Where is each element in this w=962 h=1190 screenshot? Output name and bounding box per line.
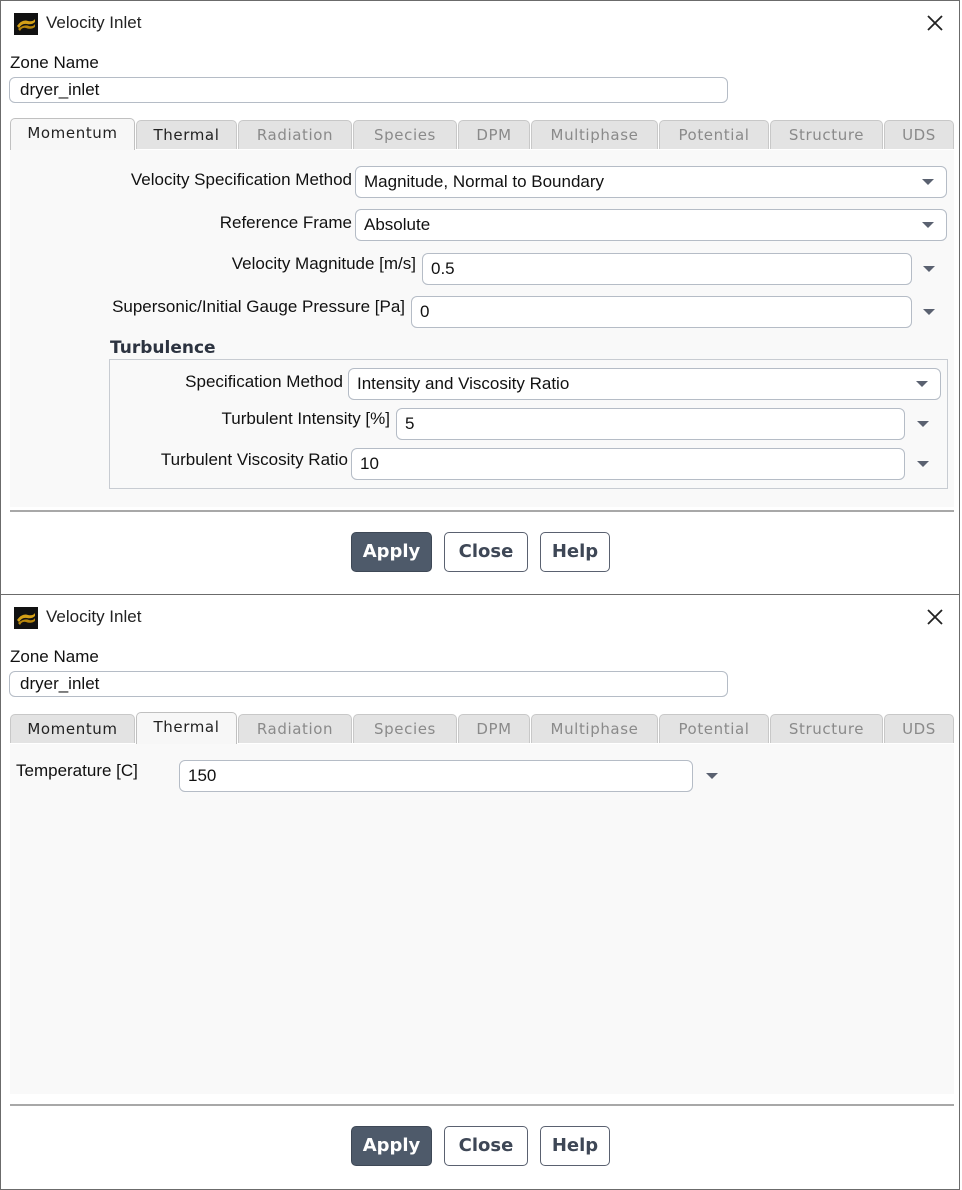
tab-thermal[interactable]: Thermal [136,712,237,744]
turbulence-spec-method-label: Specification Method [185,372,343,391]
reference-frame-value: Absolute [364,215,431,234]
temperature-input[interactable]: 150 [179,760,693,792]
temperature-label: Temperature [C] [16,761,138,780]
tab-bar: Momentum Thermal Radiation Species DPM M… [10,118,954,150]
reference-frame-label: Reference Frame [219,213,352,232]
tab-multiphase: Multiphase [531,120,658,149]
close-icon[interactable] [923,11,947,35]
turbulence-group-title: Turbulence [110,338,216,358]
tab-uds: UDS [884,120,954,149]
velocity-spec-value: Magnitude, Normal to Boundary [364,172,605,191]
turbulent-intensity-label: Turbulent Intensity [%] [221,409,390,428]
tab-dpm: DPM [458,714,530,743]
zone-name-input[interactable]: dryer_inlet [9,671,728,697]
tab-structure: Structure [770,120,883,149]
turbulence-spec-method-value: Intensity and Viscosity Ratio [357,374,570,393]
tab-multiphase: Multiphase [531,714,658,743]
chevron-down-icon [922,222,934,228]
close-button[interactable]: Close [444,532,528,572]
thermal-panel: Temperature [C] 150 [10,744,954,1094]
zone-name-label: Zone Name [10,53,99,72]
velocity-magnitude-input[interactable]: 0.5 [422,253,912,285]
tab-radiation: Radiation [238,714,352,743]
parameter-dropdown-icon[interactable] [706,773,718,779]
divider [10,1104,954,1106]
turbulence-group: Specification Method Intensity and Visco… [109,359,948,489]
title-bar: Velocity Inlet [1,595,959,641]
close-icon[interactable] [923,605,947,629]
help-button[interactable]: Help [540,1126,610,1166]
gauge-pressure-label: Supersonic/Initial Gauge Pressure [Pa] [112,297,405,316]
tab-bar: Momentum Thermal Radiation Species DPM M… [10,712,954,744]
velocity-magnitude-label: Velocity Magnitude [m/s] [231,254,416,273]
turbulent-intensity-input[interactable]: 5 [396,408,905,440]
turbulence-spec-method-dropdown[interactable]: Intensity and Viscosity Ratio [348,368,941,400]
parameter-dropdown-icon[interactable] [923,309,935,315]
tab-radiation: Radiation [238,120,352,149]
fluent-app-icon [14,607,38,629]
turbulent-viscosity-ratio-input[interactable]: 10 [351,448,905,480]
tab-structure: Structure [770,714,883,743]
chevron-down-icon [922,179,934,185]
parameter-dropdown-icon[interactable] [917,421,929,427]
tab-species: Species [353,120,457,149]
tab-dpm: DPM [458,120,530,149]
tab-species: Species [353,714,457,743]
tab-thermal[interactable]: Thermal [136,120,237,149]
chevron-down-icon [916,381,928,387]
gauge-pressure-input[interactable]: 0 [411,296,912,328]
apply-button[interactable]: Apply [351,1126,432,1166]
tab-uds: UDS [884,714,954,743]
velocity-spec-dropdown[interactable]: Magnitude, Normal to Boundary [355,166,947,198]
parameter-dropdown-icon[interactable] [917,461,929,467]
help-button[interactable]: Help [540,532,610,572]
title-bar: Velocity Inlet [1,1,959,47]
tab-potential: Potential [659,714,769,743]
tab-momentum[interactable]: Momentum [10,714,135,743]
momentum-panel: Velocity Specification Method Magnitude,… [10,150,954,507]
zone-name-label: Zone Name [10,647,99,666]
turbulent-viscosity-ratio-label: Turbulent Viscosity Ratio [160,450,348,469]
dialog-title: Velocity Inlet [46,13,142,32]
tab-potential: Potential [659,120,769,149]
dialog-title: Velocity Inlet [46,607,142,626]
velocity-spec-label: Velocity Specification Method [130,170,352,189]
velocity-inlet-dialog-momentum: Velocity Inlet Zone Name dryer_inlet Mom… [0,0,960,595]
apply-button[interactable]: Apply [351,532,432,572]
tab-momentum[interactable]: Momentum [10,118,135,150]
zone-name-input[interactable]: dryer_inlet [9,77,728,103]
reference-frame-dropdown[interactable]: Absolute [355,209,947,241]
close-button[interactable]: Close [444,1126,528,1166]
parameter-dropdown-icon[interactable] [923,266,935,272]
fluent-app-icon [14,13,38,35]
velocity-inlet-dialog-thermal: Velocity Inlet Zone Name dryer_inlet Mom… [0,594,960,1190]
divider [10,510,954,512]
